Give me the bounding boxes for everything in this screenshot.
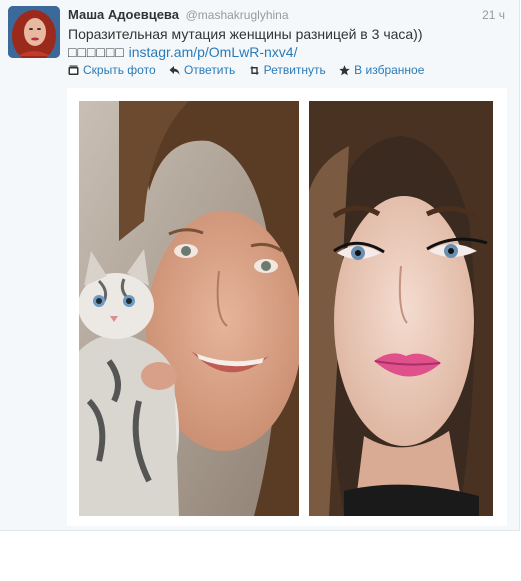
star-icon <box>339 64 350 75</box>
photo-after[interactable] <box>309 101 493 516</box>
tweet-link[interactable]: instagr.am/p/OmLwR-nxv4/ <box>129 44 298 60</box>
tweet-header: Маша Адоевцева @mashakruglyhina 21 ч <box>68 6 511 24</box>
favorite-button[interactable]: В избранное <box>339 62 424 78</box>
timestamp[interactable]: 21 ч <box>482 6 505 24</box>
retweet-label: Ретвитнуть <box>263 63 326 77</box>
avatar-image <box>8 6 60 58</box>
avatar[interactable] <box>8 6 60 58</box>
tweet-card[interactable]: Маша Адоевцева @mashakruglyhina 21 ч Пор… <box>0 0 520 531</box>
hide-photo-label: Скрыть фото <box>83 63 156 77</box>
tweet-text-line: Поразительная мутация женщины разницей в… <box>68 26 423 42</box>
retweet-icon <box>249 65 259 75</box>
tweet-actions: Скрыть фото Ответить Ретвитнуть В избран… <box>68 62 434 80</box>
tweet-text: Поразительная мутация женщины разницей в… <box>68 25 508 61</box>
reply-label: Ответить <box>183 63 236 77</box>
hide-photo-button[interactable]: Скрыть фото <box>68 62 156 78</box>
tweet-media[interactable] <box>67 88 507 526</box>
retweet-button[interactable]: Ретвитнуть <box>249 62 326 78</box>
user-handle[interactable]: @mashakruglyhina <box>186 8 289 22</box>
photo-before-image <box>79 101 299 516</box>
reply-button[interactable]: Ответить <box>169 62 235 78</box>
photo-after-image <box>309 101 493 516</box>
favorite-label: В избранное <box>354 63 425 77</box>
photo-before[interactable] <box>79 101 299 516</box>
user-name[interactable]: Маша Адоевцева <box>68 7 179 22</box>
unrendered-glyphs: □□□□□□ <box>68 44 125 60</box>
photo-icon <box>68 65 79 75</box>
reply-arrow-icon <box>169 65 180 75</box>
